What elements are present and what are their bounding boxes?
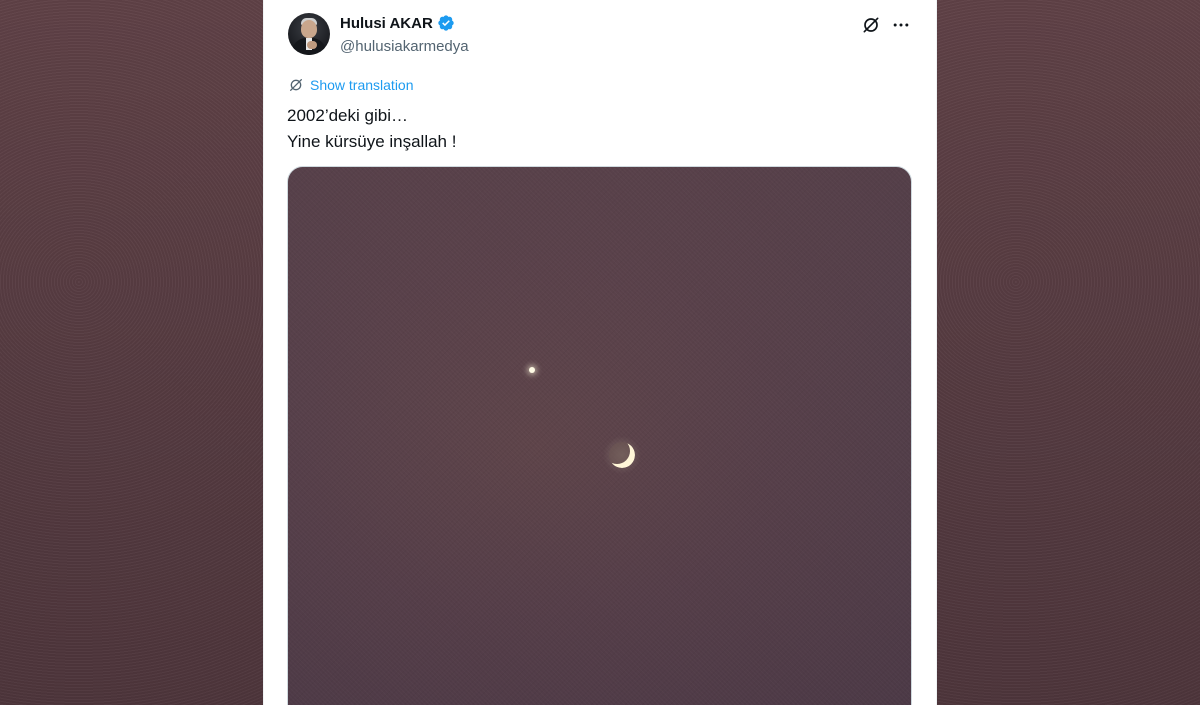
avatar-hand bbox=[307, 41, 317, 49]
planet-icon bbox=[529, 367, 535, 373]
show-translation-label: Show translation bbox=[310, 77, 414, 93]
author-handle[interactable]: @hulusiakarmedya bbox=[340, 38, 469, 55]
tweet-text-line: Yine kürsüye inşallah ! bbox=[287, 132, 457, 151]
more-options-button[interactable] bbox=[890, 14, 912, 36]
tweet-text-line: 2002’deki gibi… bbox=[287, 106, 408, 125]
more-horizontal-icon bbox=[893, 23, 909, 27]
background-blur-right bbox=[937, 0, 1200, 705]
grok-button[interactable] bbox=[860, 14, 882, 36]
author-name-row: Hulusi AKAR bbox=[340, 14, 455, 32]
tweet-media-photo[interactable] bbox=[287, 166, 912, 705]
tweet-card: Hulusi AKAR @hulusiakarmedya Show transl… bbox=[263, 0, 937, 705]
avatar-face bbox=[301, 20, 317, 38]
show-translation-link[interactable]: Show translation bbox=[288, 77, 414, 93]
background-blur-left bbox=[0, 0, 263, 705]
translate-icon bbox=[290, 79, 302, 91]
avatar[interactable] bbox=[288, 13, 330, 55]
author-display-name[interactable]: Hulusi AKAR bbox=[340, 15, 433, 32]
grok-icon bbox=[863, 17, 879, 33]
verified-badge-icon bbox=[438, 15, 454, 31]
crescent-moon-icon bbox=[603, 436, 641, 474]
tweet-text: 2002’deki gibi… Yine kürsüye inşallah ! bbox=[287, 103, 456, 155]
